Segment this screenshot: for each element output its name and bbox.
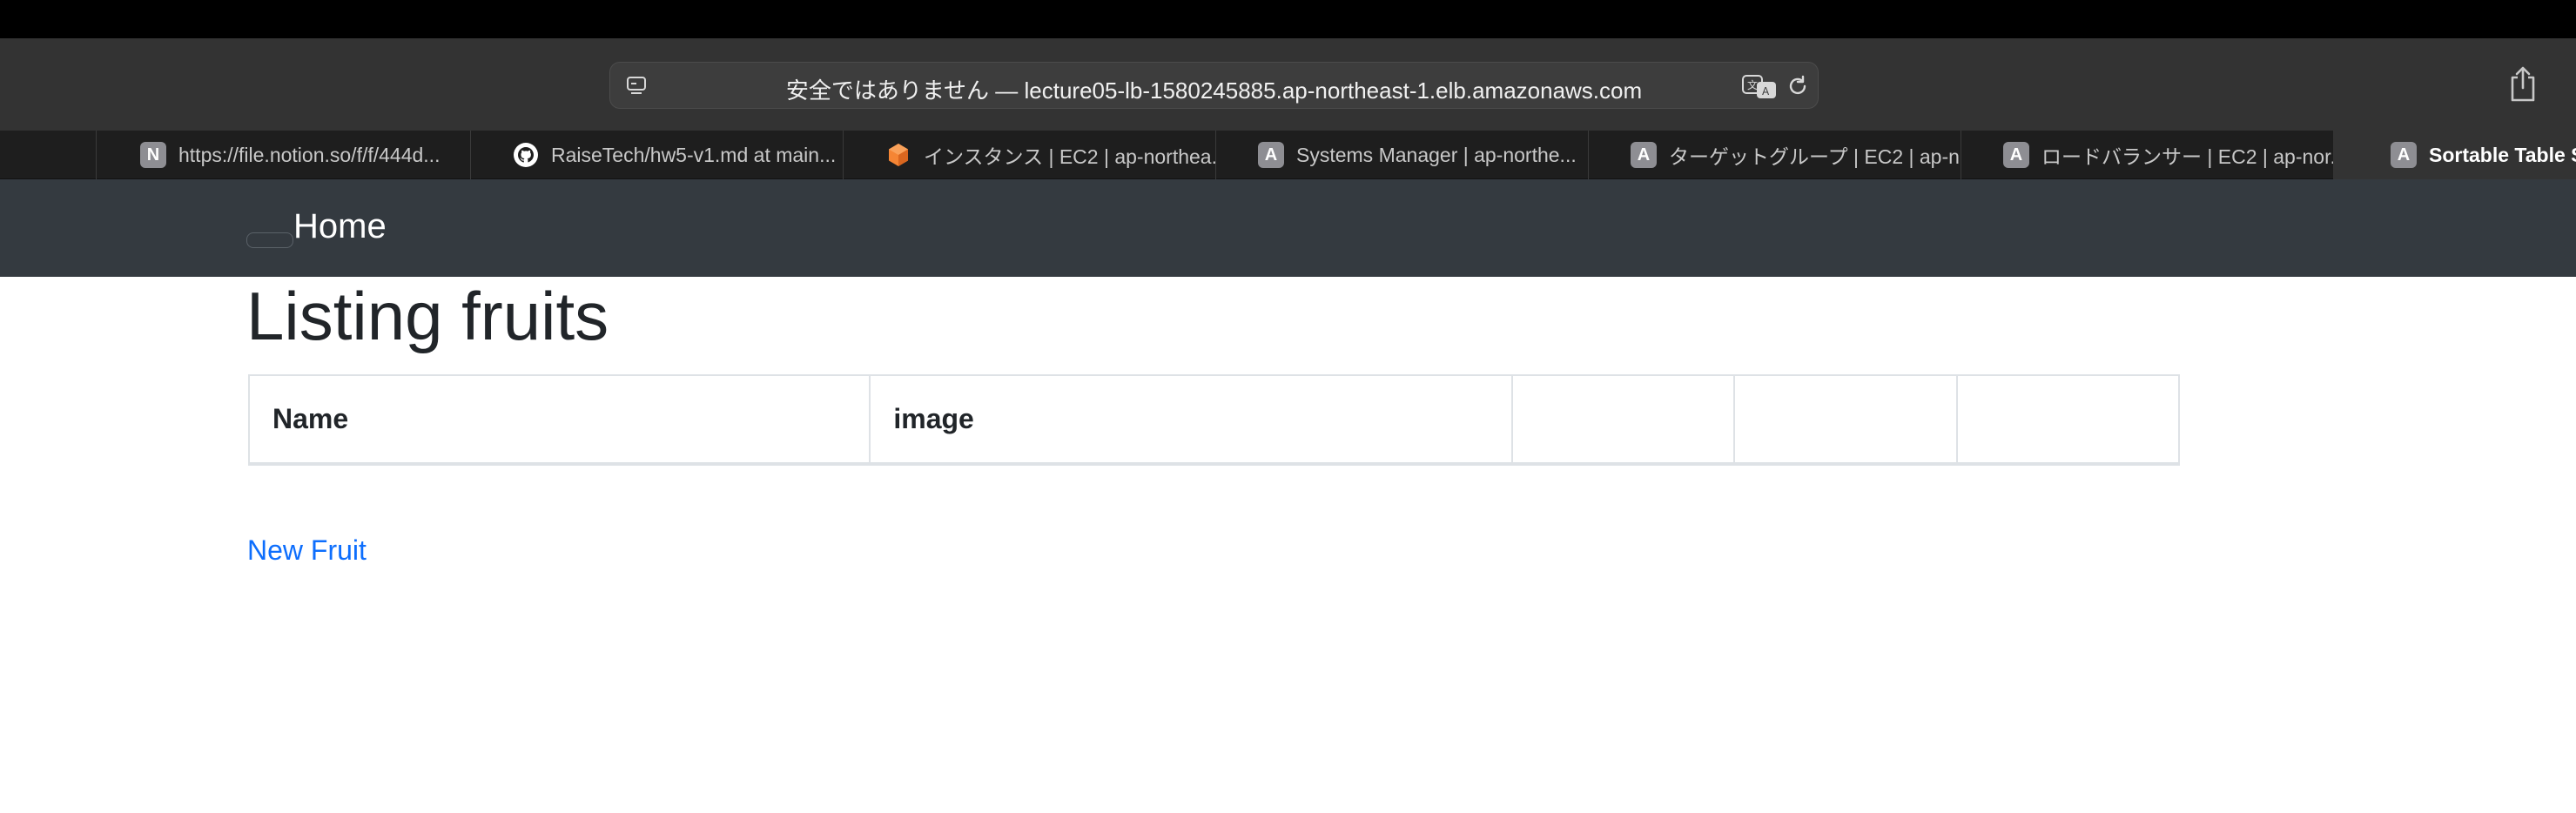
window-top-strip <box>0 0 2576 38</box>
tab-label: RaiseTech/hw5-v1.md at main... <box>551 143 837 166</box>
generic-site-icon: A <box>1631 142 1657 168</box>
tab-label: インスタンス | EC2 | ap-northea... <box>924 145 1215 168</box>
generic-site-icon: A <box>1258 142 1284 168</box>
share-icon[interactable] <box>2507 65 2539 104</box>
tab-label: ターゲットグループ | EC2 | ap-n... <box>1669 145 1961 168</box>
notion-icon: N <box>140 142 166 168</box>
new-fruit-link[interactable]: New Fruit <box>247 534 367 567</box>
reload-icon[interactable] <box>1786 74 1810 98</box>
address-text[interactable]: 安全ではありません — lecture05-lb-1580245885.ap-n… <box>610 73 1818 105</box>
translate-icon[interactable]: 文 A <box>1742 73 1777 99</box>
tab-github[interactable]: RaiseTech/hw5-v1.md at main... <box>470 131 843 179</box>
github-icon <box>514 143 538 167</box>
tab-label: Sortable Table S <box>2429 143 2576 166</box>
column-header-action-show <box>1510 374 1736 466</box>
address-bar[interactable]: 安全ではありません — lecture05-lb-1580245885.ap-n… <box>609 62 1819 109</box>
navbar-home-link[interactable]: Home <box>293 207 387 246</box>
page-title: Listing fruits <box>246 278 609 354</box>
generic-site-icon: A <box>2391 142 2417 168</box>
svg-text:文: 文 <box>1747 78 1758 91</box>
tab-label: https://file.notion.so/f/f/444d... <box>178 143 441 166</box>
column-header-action-destroy <box>1956 374 2180 466</box>
column-header-name: Name <box>247 374 871 466</box>
fruits-table: Name image <box>247 374 2180 466</box>
tab-sortable-table[interactable]: A Sortable Table S <box>2333 131 2576 179</box>
tab-label: Systems Manager | ap-northe... <box>1296 143 1577 166</box>
table-header-row: Name image <box>247 374 2180 466</box>
column-header-image: image <box>869 374 1513 466</box>
column-header-action-edit <box>1733 374 1959 466</box>
svg-text:A: A <box>1762 85 1770 97</box>
tab-label: ロードバランサー | EC2 | ap-nor... <box>2041 145 2333 168</box>
tab-ec2-instances[interactable]: インスタンス | EC2 | ap-northea... <box>843 131 1215 179</box>
browser-toolbar: 安全ではありません — lecture05-lb-1580245885.ap-n… <box>0 38 2576 131</box>
tab-notion[interactable]: N https://file.notion.so/f/f/444d... <box>96 131 470 179</box>
navbar-toggler-button[interactable] <box>246 232 293 248</box>
tab-systems-manager[interactable]: A Systems Manager | ap-northe... <box>1215 131 1588 179</box>
tab-bar: N https://file.notion.so/f/f/444d... Rai… <box>0 131 2576 179</box>
tab-load-balancer[interactable]: A ロードバランサー | EC2 | ap-nor... <box>1961 131 2333 179</box>
app-navbar: Home <box>0 179 2576 277</box>
tab-target-group[interactable]: A ターゲットグループ | EC2 | ap-n... <box>1588 131 1961 179</box>
aws-ec2-icon <box>889 144 908 166</box>
generic-site-icon: A <box>2003 142 2029 168</box>
